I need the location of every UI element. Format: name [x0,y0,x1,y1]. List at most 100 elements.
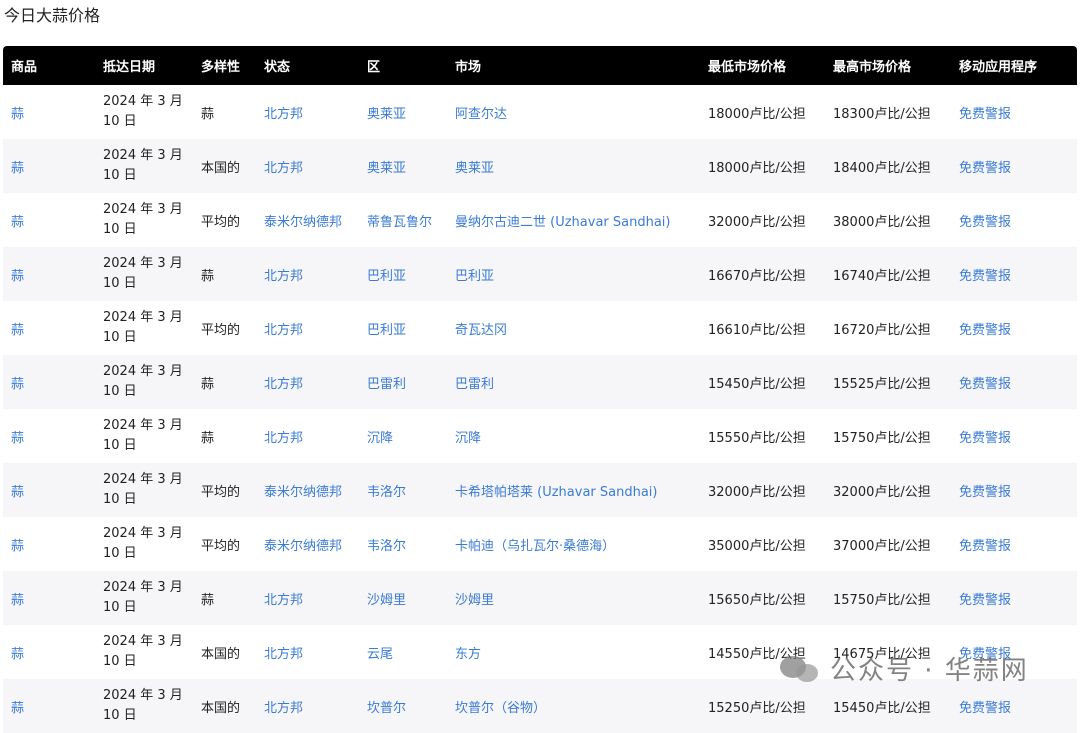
cell-min-price: 15550卢比/公担 [700,409,825,463]
cell-commodity-link[interactable]: 蒜 [11,485,24,500]
cell-min-price: 18000卢比/公担 [700,85,825,139]
cell-max-price-text: 15525卢比/公担 [833,376,931,392]
cell-state-link[interactable]: 北方邦 [264,593,303,608]
cell-state-link[interactable]: 北方邦 [264,323,303,338]
cell-variety-text: 蒜 [201,592,215,608]
cell-district-link[interactable]: 沉降 [367,431,393,446]
cell-market-link[interactable]: 沉降 [455,431,481,446]
cell-state-link[interactable]: 北方邦 [264,107,303,122]
cell-commodity-link[interactable]: 蒜 [11,431,24,446]
cell-commodity: 蒜 [3,463,95,517]
header-district: 区 [367,60,381,75]
cell-max-price: 15525卢比/公担 [825,355,951,409]
cell-state: 泰米尔纳德邦 [256,517,359,571]
cell-free-alert-link[interactable]: 免费警报 [959,431,1011,446]
page-title: 今日大蒜价格 [4,6,101,25]
cell-commodity-link[interactable]: 蒜 [11,647,24,662]
cell-state-link[interactable]: 北方邦 [264,647,303,662]
cell-district-link[interactable]: 坎普尔 [367,701,406,716]
cell-variety: 平均的 [193,193,256,247]
cell-variety-text: 本国的 [201,646,241,662]
cell-market-link[interactable]: 奥莱亚 [455,161,494,176]
cell-arrival-date-text: 2024 年 3 月 10 日 [103,310,183,345]
cell-district: 沉降 [359,409,447,463]
cell-commodity-link[interactable]: 蒜 [11,215,24,230]
cell-district: 奥莱亚 [359,85,447,139]
cell-market-link[interactable]: 坎普尔（谷物） [455,701,546,716]
cell-commodity-link[interactable]: 蒜 [11,269,24,284]
cell-district-link[interactable]: 韦洛尔 [367,485,406,500]
cell-district-link[interactable]: 巴雷利 [367,377,406,392]
cell-commodity: 蒜 [3,409,95,463]
cell-free-alert-link[interactable]: 免费警报 [959,701,1011,716]
cell-market-link[interactable]: 巴雷利 [455,377,494,392]
cell-min-price: 35000卢比/公担 [700,517,825,571]
cell-max-price: 15750卢比/公担 [825,409,951,463]
cell-state: 北方邦 [256,85,359,139]
cell-state-link[interactable]: 泰米尔纳德邦 [264,215,342,230]
cell-district-link[interactable]: 奥莱亚 [367,107,406,122]
cell-state: 泰米尔纳德邦 [256,193,359,247]
cell-commodity-link[interactable]: 蒜 [11,161,24,176]
cell-commodity-link[interactable]: 蒜 [11,701,24,716]
cell-market-link[interactable]: 曼纳尔古迪二世 (Uzhavar Sandhai) [455,215,670,230]
cell-free-alert: 免费警报 [951,139,1077,193]
cell-max-price: 16740卢比/公担 [825,247,951,301]
cell-arrival-date-text: 2024 年 3 月 10 日 [103,364,183,399]
cell-min-price-text: 32000卢比/公担 [708,484,806,500]
cell-state-link[interactable]: 泰米尔纳德邦 [264,485,342,500]
cell-market-link[interactable]: 东方 [455,647,481,662]
cell-district-link[interactable]: 奥莱亚 [367,161,406,176]
cell-free-alert: 免费警报 [951,679,1077,733]
cell-commodity-link[interactable]: 蒜 [11,107,24,122]
cell-district-link[interactable]: 蒂鲁瓦鲁尔 [367,215,432,230]
cell-state-link[interactable]: 北方邦 [264,431,303,446]
cell-free-alert-link[interactable]: 免费警报 [959,323,1011,338]
cell-variety-text: 蒜 [201,106,215,122]
cell-district-link[interactable]: 巴利亚 [367,269,406,284]
cell-free-alert-link[interactable]: 免费警报 [959,107,1011,122]
cell-district-link[interactable]: 韦洛尔 [367,539,406,554]
cell-market-link[interactable]: 沙姆里 [455,593,494,608]
price-table: 商品 抵达日期 多样性 状态 区 市场 最低市场价格 最高市场价格 移动应用程序… [3,46,1077,733]
cell-commodity-link[interactable]: 蒜 [11,593,24,608]
cell-max-price-text: 32000卢比/公担 [833,484,931,500]
cell-market-link[interactable]: 卡帕迪（乌扎瓦尔·桑德海） [455,539,615,554]
cell-commodity: 蒜 [3,355,95,409]
cell-district-link[interactable]: 云尾 [367,647,393,662]
cell-market-link[interactable]: 奇瓦达冈 [455,323,507,338]
cell-market-link[interactable]: 阿查尔达 [455,107,507,122]
cell-free-alert-link[interactable]: 免费警报 [959,161,1011,176]
cell-free-alert: 免费警报 [951,409,1077,463]
cell-max-price: 15750卢比/公担 [825,571,951,625]
cell-state-link[interactable]: 泰米尔纳德邦 [264,539,342,554]
cell-free-alert-link[interactable]: 免费警报 [959,593,1011,608]
cell-market-link[interactable]: 卡希塔帕塔莱 (Uzhavar Sandhai) [455,485,657,500]
cell-commodity: 蒜 [3,679,95,733]
cell-district: 沙姆里 [359,571,447,625]
cell-commodity-link[interactable]: 蒜 [11,323,24,338]
cell-variety-text: 蒜 [201,268,215,284]
cell-min-price: 32000卢比/公担 [700,463,825,517]
cell-state-link[interactable]: 北方邦 [264,161,303,176]
cell-commodity-link[interactable]: 蒜 [11,539,24,554]
cell-free-alert-link[interactable]: 免费警报 [959,269,1011,284]
cell-free-alert-link[interactable]: 免费警报 [959,215,1011,230]
cell-free-alert-link[interactable]: 免费警报 [959,377,1011,392]
cell-min-price-text: 15450卢比/公担 [708,376,806,392]
cell-state: 北方邦 [256,301,359,355]
cell-arrival-date-text: 2024 年 3 月 10 日 [103,148,183,183]
cell-district-link[interactable]: 沙姆里 [367,593,406,608]
cell-market-link[interactable]: 巴利亚 [455,269,494,284]
cell-state-link[interactable]: 北方邦 [264,701,303,716]
table-row: 蒜 2024 年 3 月 10 日 蒜 北方邦 巴利亚 巴利亚 16670卢比/公担 1674… [3,247,1077,301]
cell-max-price-text: 15750卢比/公担 [833,430,931,446]
cell-district-link[interactable]: 巴利亚 [367,323,406,338]
cell-commodity-link[interactable]: 蒜 [11,377,24,392]
cell-state-link[interactable]: 北方邦 [264,377,303,392]
cell-district: 云尾 [359,625,447,679]
cell-free-alert-link[interactable]: 免费警报 [959,539,1011,554]
table-row: 蒜 2024 年 3 月 10 日 平均的 泰米尔纳德邦 蒂鲁瓦鲁尔 曼纳尔古迪二世 (U… [3,193,1077,247]
cell-free-alert-link[interactable]: 免费警报 [959,485,1011,500]
cell-state-link[interactable]: 北方邦 [264,269,303,284]
